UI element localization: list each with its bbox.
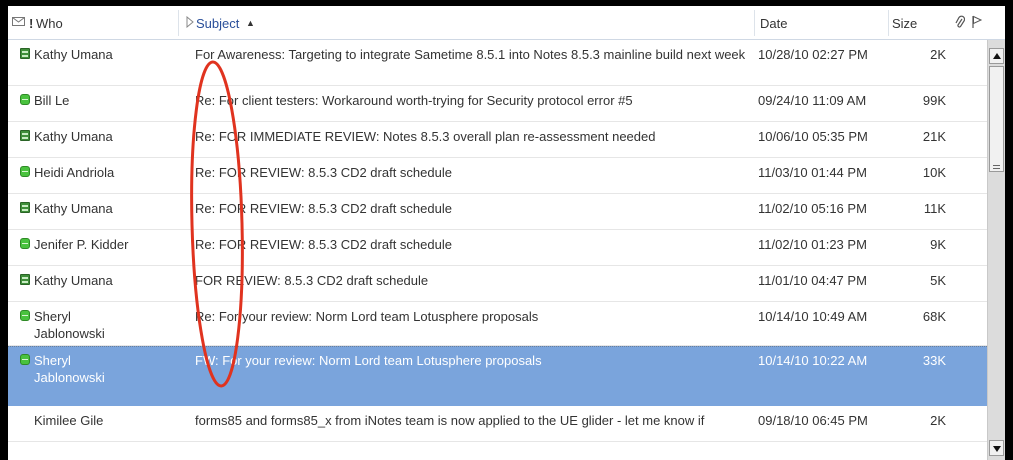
who-cell: Kathy Umana <box>20 46 168 63</box>
subject-cell: forms85 and forms85_x from iNotes team i… <box>195 413 705 428</box>
subject-cell: Re: For client testers: Workaround worth… <box>195 93 633 108</box>
table-row[interactable]: Heidi Andriola Re: FOR REVIEW: 8.5.3 CD2 … <box>8 158 987 194</box>
scroll-up-button[interactable] <box>989 48 1004 64</box>
subject-cell: Re: FOR REVIEW: 8.5.3 CD2 draft schedule <box>195 165 452 180</box>
date-cell: 11/02/10 01:23 PM <box>758 237 867 252</box>
sender-name: Kathy Umana <box>34 129 113 144</box>
table-row[interactable]: Kathy Umana FOR REVIEW: 8.5.3 CD2 draft s… <box>8 266 987 302</box>
who-cell: Sheryl Jablonowski <box>20 308 114 342</box>
contact-card-icon <box>20 202 30 213</box>
column-divider[interactable] <box>178 10 179 36</box>
subject-cell: Re: FOR REVIEW: 8.5.3 CD2 draft schedule <box>195 237 452 252</box>
subject-cell: Re: FOR IMMEDIATE REVIEW: Notes 8.5.3 ov… <box>195 129 656 144</box>
mail-view: ! Who Subject ▲ Date Size Kathy Umana For… <box>8 6 1005 460</box>
table-row[interactable]: Kimilee Gile forms85 and forms85_x from i… <box>8 406 987 442</box>
date-cell: 11/02/10 05:16 PM <box>758 201 867 216</box>
contact-card-icon <box>20 48 30 59</box>
size-cell: 21K <box>922 129 946 144</box>
size-cell: 33K <box>922 353 946 368</box>
message-list: Kathy Umana For Awareness: Targeting to i… <box>8 40 987 460</box>
who-cell: Sheryl Jablonowski <box>20 352 114 386</box>
column-divider[interactable] <box>754 10 755 36</box>
table-row[interactable]: Sheryl Jablonowski Re: For your review: N… <box>8 302 987 346</box>
who-cell: Jenifer P. Kidder <box>20 236 168 253</box>
subject-cell: FW: For your review: Norm Lord team Lotu… <box>195 353 542 368</box>
sender-name: Kathy Umana <box>34 273 113 288</box>
sort-ascending-icon: ▲ <box>246 18 255 28</box>
grip-line <box>993 165 1000 166</box>
vertical-scrollbar[interactable] <box>987 40 1005 460</box>
expand-arrow-icon[interactable] <box>186 15 194 31</box>
sender-name: Heidi Andriola <box>34 165 115 180</box>
size-column-header[interactable]: Size <box>892 16 917 31</box>
who-cell: Heidi Andriola <box>20 164 168 181</box>
sender-name: Kathy Umana <box>34 201 113 216</box>
grip-line <box>993 168 1000 169</box>
row-divider <box>8 441 987 442</box>
column-header-bar: ! Who Subject ▲ Date Size <box>8 6 1005 40</box>
sender-name: Kimilee Gile <box>34 413 104 428</box>
date-cell: 09/24/10 11:09 AM <box>758 93 867 108</box>
size-cell: 99K <box>922 93 946 108</box>
who-cell: Bill Le <box>20 92 168 109</box>
online-status-icon <box>20 238 30 249</box>
who-cell: Kathy Umana <box>20 200 168 217</box>
flag-icon[interactable] <box>971 15 983 32</box>
importance-column-header[interactable]: ! <box>29 16 33 31</box>
subject-cell: FOR REVIEW: 8.5.3 CD2 draft schedule <box>195 273 429 288</box>
who-cell: Kathy Umana <box>20 128 168 145</box>
date-cell: 11/03/10 01:44 PM <box>758 165 867 180</box>
subject-cell: Re: FOR REVIEW: 8.5.3 CD2 draft schedule <box>195 201 452 216</box>
table-row[interactable]: Bill Le Re: For client testers: Workaroun… <box>8 86 987 122</box>
subject-cell: Re: For your review: Norm Lord team Lotu… <box>195 309 539 324</box>
table-row[interactable]: Kathy Umana For Awareness: Targeting to i… <box>8 40 987 86</box>
date-cell: 09/18/10 06:45 PM <box>758 413 868 428</box>
subject-cell: For Awareness: Targeting to integrate Sa… <box>195 47 746 62</box>
size-cell: 10K <box>922 165 946 180</box>
size-cell: 2K <box>930 47 946 62</box>
sender-name: Sheryl Jablonowski <box>34 309 105 341</box>
sender-name: Jenifer P. Kidder <box>34 237 129 252</box>
focus-outline <box>8 346 987 347</box>
table-row-selected[interactable]: Sheryl Jablonowski FW: For your review: N… <box>8 346 987 406</box>
online-status-icon <box>20 166 30 177</box>
online-status-icon <box>20 310 30 321</box>
online-status-icon <box>20 94 30 105</box>
sender-name: Sheryl Jablonowski <box>34 353 105 385</box>
sender-name: Kathy Umana <box>34 47 113 62</box>
up-arrow-icon <box>993 53 1001 59</box>
size-cell: 9K <box>930 237 946 252</box>
size-cell: 11K <box>923 201 946 216</box>
date-cell: 10/06/10 05:35 PM <box>758 129 868 144</box>
who-cell: Kimilee Gile <box>34 412 168 429</box>
who-column-header[interactable]: Who <box>36 16 63 31</box>
date-cell: 11/01/10 04:47 PM <box>758 273 867 288</box>
size-cell: 5K <box>930 273 946 288</box>
date-cell: 10/28/10 02:27 PM <box>758 47 868 62</box>
date-cell: 10/14/10 10:22 AM <box>758 353 868 368</box>
table-row[interactable]: Jenifer P. Kidder Re: FOR REVIEW: 8.5.3 C… <box>8 230 987 266</box>
online-status-icon <box>20 354 30 365</box>
envelope-icon[interactable] <box>12 15 25 30</box>
subject-column-header[interactable]: Subject <box>196 16 239 31</box>
size-cell: 68K <box>922 309 946 324</box>
down-arrow-icon <box>993 446 1001 452</box>
paperclip-icon[interactable] <box>955 15 966 32</box>
table-row[interactable]: Kathy Umana Re: FOR IMMEDIATE REVIEW: Not… <box>8 122 987 158</box>
sender-name: Bill Le <box>34 93 70 108</box>
date-column-header[interactable]: Date <box>760 16 787 31</box>
who-cell: Kathy Umana <box>20 272 168 289</box>
scroll-down-button[interactable] <box>989 440 1004 456</box>
contact-card-icon <box>20 130 30 141</box>
size-cell: 2K <box>930 413 946 428</box>
column-divider[interactable] <box>888 10 889 36</box>
table-row[interactable]: Kathy Umana Re: FOR REVIEW: 8.5.3 CD2 dra… <box>8 194 987 230</box>
scrollbar-thumb[interactable] <box>989 66 1004 172</box>
date-cell: 10/14/10 10:49 AM <box>758 309 868 324</box>
contact-card-icon <box>20 274 30 285</box>
